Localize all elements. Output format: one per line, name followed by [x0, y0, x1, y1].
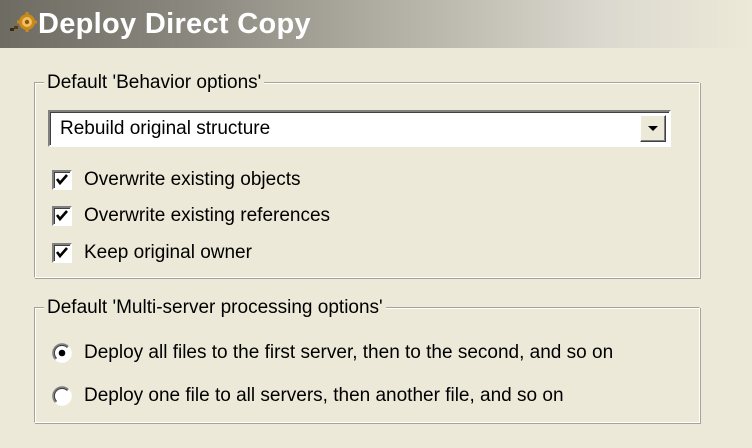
structure-select-dropdown-button[interactable] — [640, 115, 666, 142]
deploy-sequential-label: Deploy all files to the first server, th… — [84, 342, 614, 363]
deploy-one-file-radio[interactable] — [52, 386, 72, 406]
dialog-header: Deploy Direct Copy — [0, 0, 752, 48]
multiserver-options-legend: Default 'Multi-server processing options… — [44, 297, 386, 319]
checkmark-icon — [55, 247, 68, 259]
checkmark-icon — [55, 174, 68, 186]
chevron-down-icon — [648, 126, 658, 131]
overwrite-objects-label: Overwrite existing objects — [84, 169, 301, 190]
deploy-direct-copy-dialog: Deploy Direct Copy Default 'Behavior opt… — [0, 0, 752, 448]
overwrite-references-checkbox[interactable] — [52, 206, 72, 226]
deploy-gear-icon — [10, 12, 38, 36]
structure-select-value: Rebuild original structure — [60, 118, 271, 139]
radio-unselected-icon — [52, 386, 72, 406]
behavior-options-legend: Default 'Behavior options' — [44, 72, 265, 94]
structure-select[interactable]: Rebuild original structure — [48, 110, 671, 147]
keep-owner-checkbox[interactable] — [52, 243, 72, 263]
keep-owner-label: Keep original owner — [84, 242, 252, 263]
dialog-title: Deploy Direct Copy — [38, 8, 311, 40]
checkmark-icon — [55, 210, 68, 222]
overwrite-references-label: Overwrite existing references — [84, 205, 331, 226]
overwrite-objects-checkbox[interactable] — [52, 170, 72, 190]
deploy-sequential-radio[interactable] — [52, 343, 72, 363]
deploy-one-file-label: Deploy one file to all servers, then ano… — [84, 385, 564, 406]
radio-selected-icon — [52, 343, 72, 363]
